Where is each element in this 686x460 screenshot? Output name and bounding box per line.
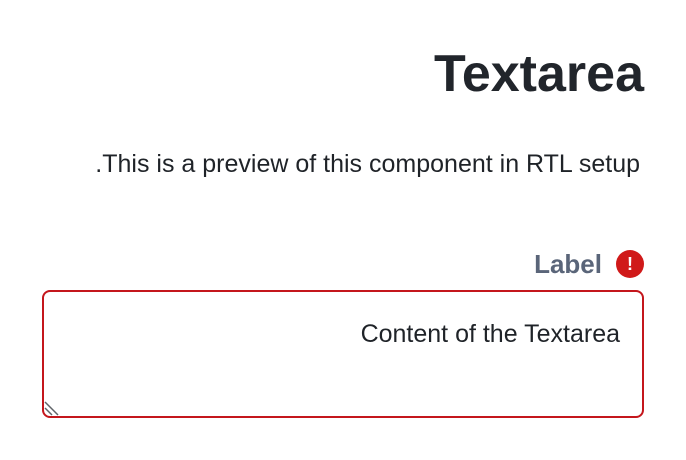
textarea-value: Content of the Textarea [360,320,620,348]
content-textarea[interactable]: Content of the Textarea [42,290,644,418]
resize-handle-icon[interactable] [44,398,62,416]
error-exclamation-icon: ! [616,250,644,278]
page-description: .This is a preview of this component in … [95,150,640,178]
page-title: Textarea [433,45,644,103]
field-label-row: ! Label [534,246,644,282]
field-label: Label [534,249,602,279]
error-icon-glyph: ! [627,254,633,274]
